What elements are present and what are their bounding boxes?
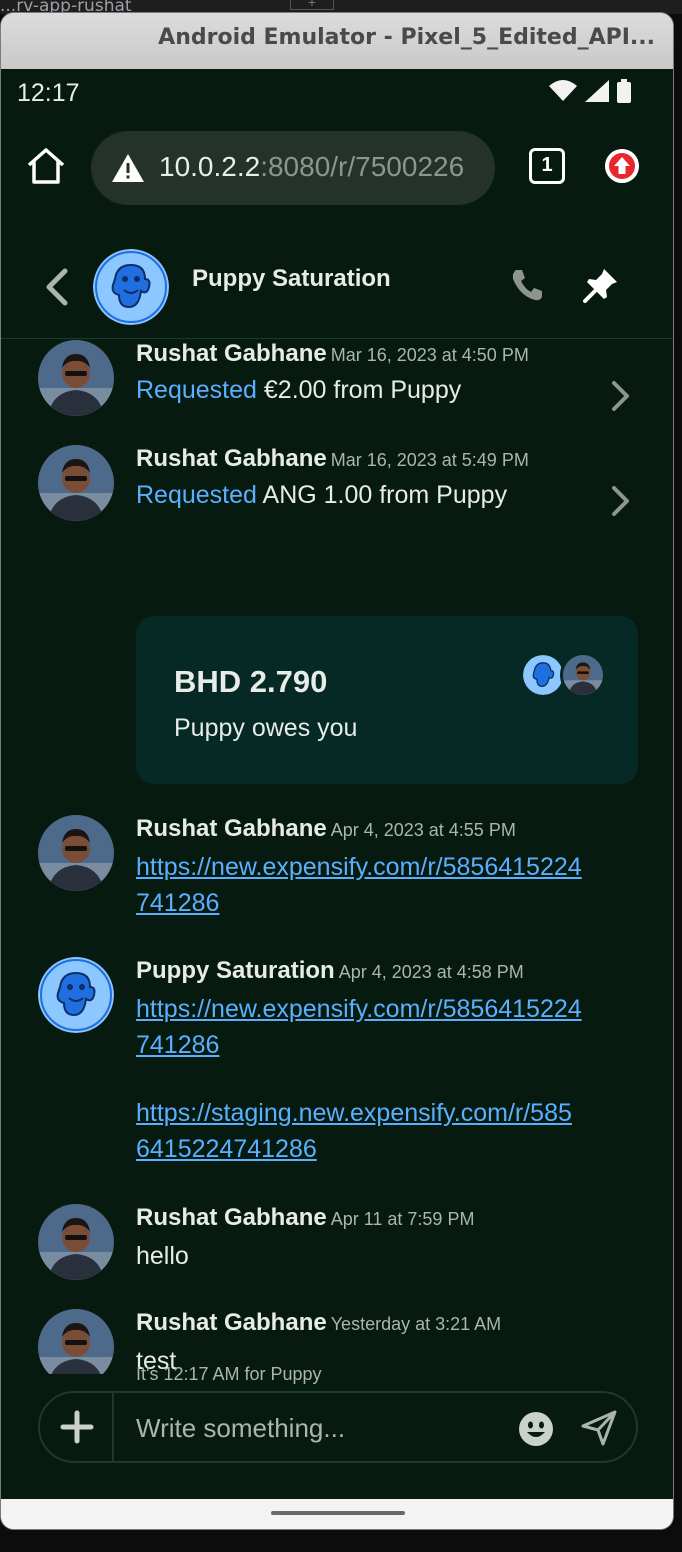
- request-text: ANG 1.00 from Puppy: [262, 481, 508, 509]
- nav-bar: [1, 1499, 673, 1529]
- composer: [38, 1391, 638, 1463]
- message-author: Puppy Saturation: [136, 957, 335, 984]
- rushat-avatar[interactable]: [38, 445, 114, 521]
- browser-toolbar: 10.0.2.2:8080/r/7500226 1: [1, 127, 673, 209]
- money-request-preview[interactable]: Requested ANG 1.00 from Puppy: [136, 481, 507, 510]
- local-time-note: It's 12:17 AM for Puppy: [136, 1364, 322, 1384]
- attachment-button[interactable]: [40, 1393, 114, 1461]
- iou-amount: BHD 2.790: [174, 664, 328, 699]
- rushat-avatar-photo: [563, 655, 603, 695]
- rushat-avatar[interactable]: [38, 340, 114, 416]
- rushat-avatar[interactable]: [38, 1309, 114, 1374]
- message-author: Rushat Gabhane: [136, 1309, 327, 1336]
- message-list[interactable]: Rushat Gabhane Mar 16, 2023 at 4:50 PM Re…: [1, 340, 673, 1374]
- rushat-avatar: [560, 652, 606, 698]
- message-timestamp: Apr 4, 2023 at 4:55 PM: [330, 820, 516, 840]
- url-path: :8080/r/7500226: [260, 151, 465, 182]
- compose-input[interactable]: [136, 1411, 496, 1445]
- chevron-right-icon[interactable]: [605, 378, 635, 414]
- message-timestamp: Mar 16, 2023 at 4:50 PM: [330, 345, 529, 365]
- message-link[interactable]: https://new.expensify.com/r/5856415224: [136, 853, 582, 882]
- url-host: 10.0.2.2: [159, 151, 261, 182]
- message-timestamp: Apr 4, 2023 at 4:58 PM: [338, 962, 524, 982]
- rushat-avatar[interactable]: [38, 815, 114, 891]
- iou-preview-card[interactable]: BHD 2.790 Puppy owes you: [136, 616, 638, 784]
- back-icon[interactable]: [39, 265, 75, 309]
- rushat-avatar-photo: [38, 445, 114, 521]
- rushat-avatar-photo: [38, 815, 114, 891]
- emulator-title: Android Emulator - Pixel_5_Edited_API...: [158, 25, 655, 50]
- message-link[interactable]: https://new.expensify.com/r/5856415224: [136, 995, 582, 1024]
- pin-icon[interactable]: [581, 265, 621, 305]
- emulator-window: Android Emulator - Pixel_5_Edited_API...…: [0, 12, 674, 1530]
- battery-icon: [617, 79, 631, 103]
- rushat-avatar-photo: [38, 340, 114, 416]
- status-bar: 12:17: [1, 69, 673, 119]
- money-request-preview[interactable]: Requested €2.00 from Puppy: [136, 376, 461, 405]
- message-author: Rushat Gabhane: [136, 445, 327, 472]
- warning-icon[interactable]: [111, 153, 145, 183]
- chat-title[interactable]: Puppy Saturation: [192, 265, 391, 293]
- home-gesture-handle[interactable]: [271, 1511, 405, 1515]
- emulator-titlebar[interactable]: Android Emulator - Pixel_5_Edited_API...: [1, 13, 673, 69]
- update-icon[interactable]: [605, 149, 639, 183]
- url-bar[interactable]: 10.0.2.2:8080/r/7500226: [91, 131, 495, 205]
- tabs-icon[interactable]: 1: [529, 148, 565, 184]
- chat-avatar[interactable]: [93, 249, 169, 325]
- rushat-avatar-photo: [38, 1309, 114, 1374]
- requested-label: Requested: [136, 376, 257, 404]
- message-link-staging[interactable]: https://staging.new.expensify.com/r/585: [136, 1099, 572, 1128]
- chat-header: Puppy Saturation: [1, 235, 673, 339]
- chevron-right-icon[interactable]: [605, 483, 635, 519]
- message-timestamp: Mar 16, 2023 at 5:49 PM: [330, 450, 529, 470]
- host-new-tab-button[interactable]: +: [290, 0, 334, 10]
- message-author: Rushat Gabhane: [136, 340, 327, 367]
- message-author: Rushat Gabhane: [136, 815, 327, 842]
- home-icon[interactable]: [25, 145, 67, 187]
- signal-icon: [585, 80, 609, 102]
- status-clock: 12:17: [17, 79, 80, 107]
- requested-label: Requested: [136, 481, 257, 509]
- message-link-continued[interactable]: 741286: [136, 889, 219, 918]
- message-author: Rushat Gabhane: [136, 1204, 327, 1231]
- rushat-avatar[interactable]: [38, 1204, 114, 1280]
- message-link-staging-continued[interactable]: 6415224741286: [136, 1135, 317, 1164]
- plus-icon: [60, 1410, 94, 1444]
- url-text[interactable]: 10.0.2.2:8080/r/7500226: [159, 151, 464, 183]
- status-icons: [549, 79, 631, 103]
- wifi-icon: [549, 80, 577, 101]
- message-timestamp: Apr 11 at 7:59 PM: [330, 1209, 475, 1229]
- send-icon[interactable]: [580, 1409, 618, 1447]
- message-link-continued[interactable]: 741286: [136, 1031, 219, 1060]
- rushat-avatar-photo: [38, 1204, 114, 1280]
- iou-subtitle: Puppy owes you: [174, 714, 358, 742]
- message-text: hello: [136, 1242, 189, 1270]
- phone-icon[interactable]: [507, 265, 547, 305]
- puppy-avatar[interactable]: [38, 957, 114, 1033]
- request-text: €2.00 from Puppy: [263, 376, 462, 404]
- emoji-icon[interactable]: [518, 1411, 554, 1447]
- phone-screen: 12:17 10.0.2.2:8080/r/7500226 1 Puppy Sa…: [1, 69, 673, 1499]
- message-timestamp: Yesterday at 3:21 AM: [330, 1314, 502, 1334]
